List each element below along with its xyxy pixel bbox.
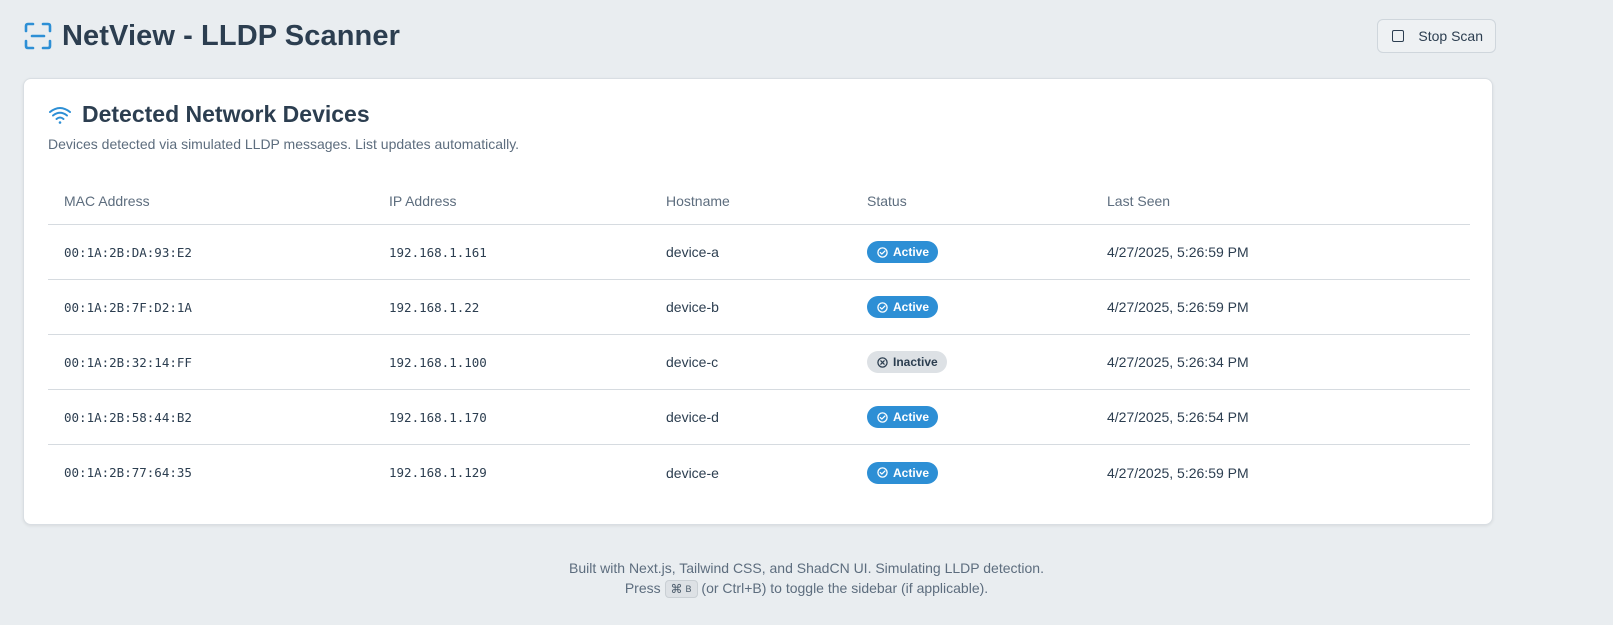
status-label: Active [893, 245, 930, 259]
check-circle-icon [877, 301, 888, 313]
status-cell: Active [867, 241, 1107, 263]
column-header-ip: IP Address [389, 192, 457, 209]
command-key-icon: ⌘ [670, 582, 683, 597]
check-circle-icon [877, 246, 888, 258]
status-cell: Active [867, 406, 1107, 428]
status-badge: Active [867, 241, 939, 263]
table-row: 00:1A:2B:32:14:FF 192.168.1.100 device-c… [48, 335, 1470, 390]
devices-card: Detected Network Devices Devices detecte… [23, 78, 1493, 525]
stop-scan-button[interactable]: Stop Scan [1377, 19, 1496, 53]
ip-address: 192.168.1.170 [389, 409, 487, 425]
footer-credits: Built with Next.js, Tailwind CSS, and Sh… [569, 560, 1044, 576]
mac-address: 00:1A:2B:58:44:B2 [64, 409, 192, 425]
status-badge: Active [867, 406, 939, 428]
last-seen: 4/27/2025, 5:26:59 PM [1107, 244, 1249, 260]
check-circle-icon [877, 467, 888, 478]
app-header: NetView - LLDP Scanner Stop Scan [24, 16, 1496, 56]
hostname: device-a [666, 244, 719, 260]
last-seen: 4/27/2025, 5:26:54 PM [1107, 409, 1249, 425]
last-seen: 4/27/2025, 5:26:34 PM [1107, 354, 1249, 370]
ip-address: 192.168.1.129 [389, 465, 487, 480]
mac-address: 00:1A:2B:DA:93:E2 [64, 244, 192, 260]
check-circle-icon [877, 411, 888, 423]
last-seen: 4/27/2025, 5:26:59 PM [1107, 464, 1249, 481]
mac-address: 00:1A:2B:77:64:35 [64, 465, 192, 480]
footer-press-text: Press [624, 580, 661, 596]
table-row: 00:1A:2B:7F:D2:1A 192.168.1.22 device-b … [48, 280, 1470, 335]
stop-scan-label: Stop Scan [1418, 28, 1483, 44]
scan-icon [24, 22, 52, 50]
mac-address: 00:1A:2B:32:14:FF [64, 354, 192, 370]
hostname: device-d [666, 409, 719, 425]
footer-shortcut-hint: Press ⌘ B (or Ctrl+B) to toggle the side… [0, 578, 1613, 599]
brand: NetView - LLDP Scanner [24, 20, 400, 53]
column-header-hostname: Hostname [666, 192, 730, 209]
status-badge: Active [867, 461, 939, 484]
table-row: 00:1A:2B:77:64:35 192.168.1.129 device-e… [48, 445, 1470, 500]
status-badge: Active [867, 296, 939, 318]
column-header-status: Status [867, 192, 907, 209]
card-header: Detected Network Devices [48, 101, 370, 128]
shortcut-key: B [685, 584, 692, 595]
ip-address: 192.168.1.22 [389, 299, 480, 315]
status-label: Inactive [893, 355, 938, 369]
card-title: Detected Network Devices [82, 101, 370, 127]
status-label: Active [893, 465, 930, 480]
table-row: 00:1A:2B:DA:93:E2 192.168.1.161 device-a… [48, 225, 1470, 280]
hostname: device-b [666, 299, 719, 315]
status-badge: Inactive [867, 351, 947, 373]
ip-address: 192.168.1.100 [389, 354, 487, 370]
status-label: Active [893, 410, 930, 424]
devices-table: MAC Address IP Address Hostname Status L… [48, 177, 1470, 500]
status-cell: Inactive [867, 351, 1107, 373]
hostname: device-e [666, 464, 719, 481]
table-header-row: MAC Address IP Address Hostname Status L… [48, 177, 1470, 225]
wifi-icon [49, 106, 71, 124]
mac-address: 00:1A:2B:7F:D2:1A [64, 299, 192, 315]
status-label: Active [893, 300, 930, 314]
app-title: NetView - LLDP Scanner [62, 19, 400, 52]
status-cell: Active [867, 461, 1107, 484]
page-footer: Built with Next.js, Tailwind CSS, and Sh… [0, 558, 1613, 599]
column-header-mac: MAC Address [64, 192, 150, 209]
table-row: 00:1A:2B:58:44:B2 192.168.1.170 device-d… [48, 390, 1470, 445]
keyboard-shortcut: ⌘ B [664, 580, 698, 599]
square-icon [1392, 30, 1405, 42]
hostname: device-c [666, 354, 719, 370]
column-header-last-seen: Last Seen [1107, 192, 1171, 209]
last-seen: 4/27/2025, 5:26:59 PM [1107, 299, 1249, 315]
card-description: Devices detected via simulated LLDP mess… [48, 136, 520, 152]
status-cell: Active [867, 296, 1107, 318]
x-circle-icon [877, 356, 888, 368]
footer-shortcut-text: (or Ctrl+B) to toggle the sidebar (if ap… [701, 580, 989, 596]
ip-address: 192.168.1.161 [389, 244, 487, 260]
